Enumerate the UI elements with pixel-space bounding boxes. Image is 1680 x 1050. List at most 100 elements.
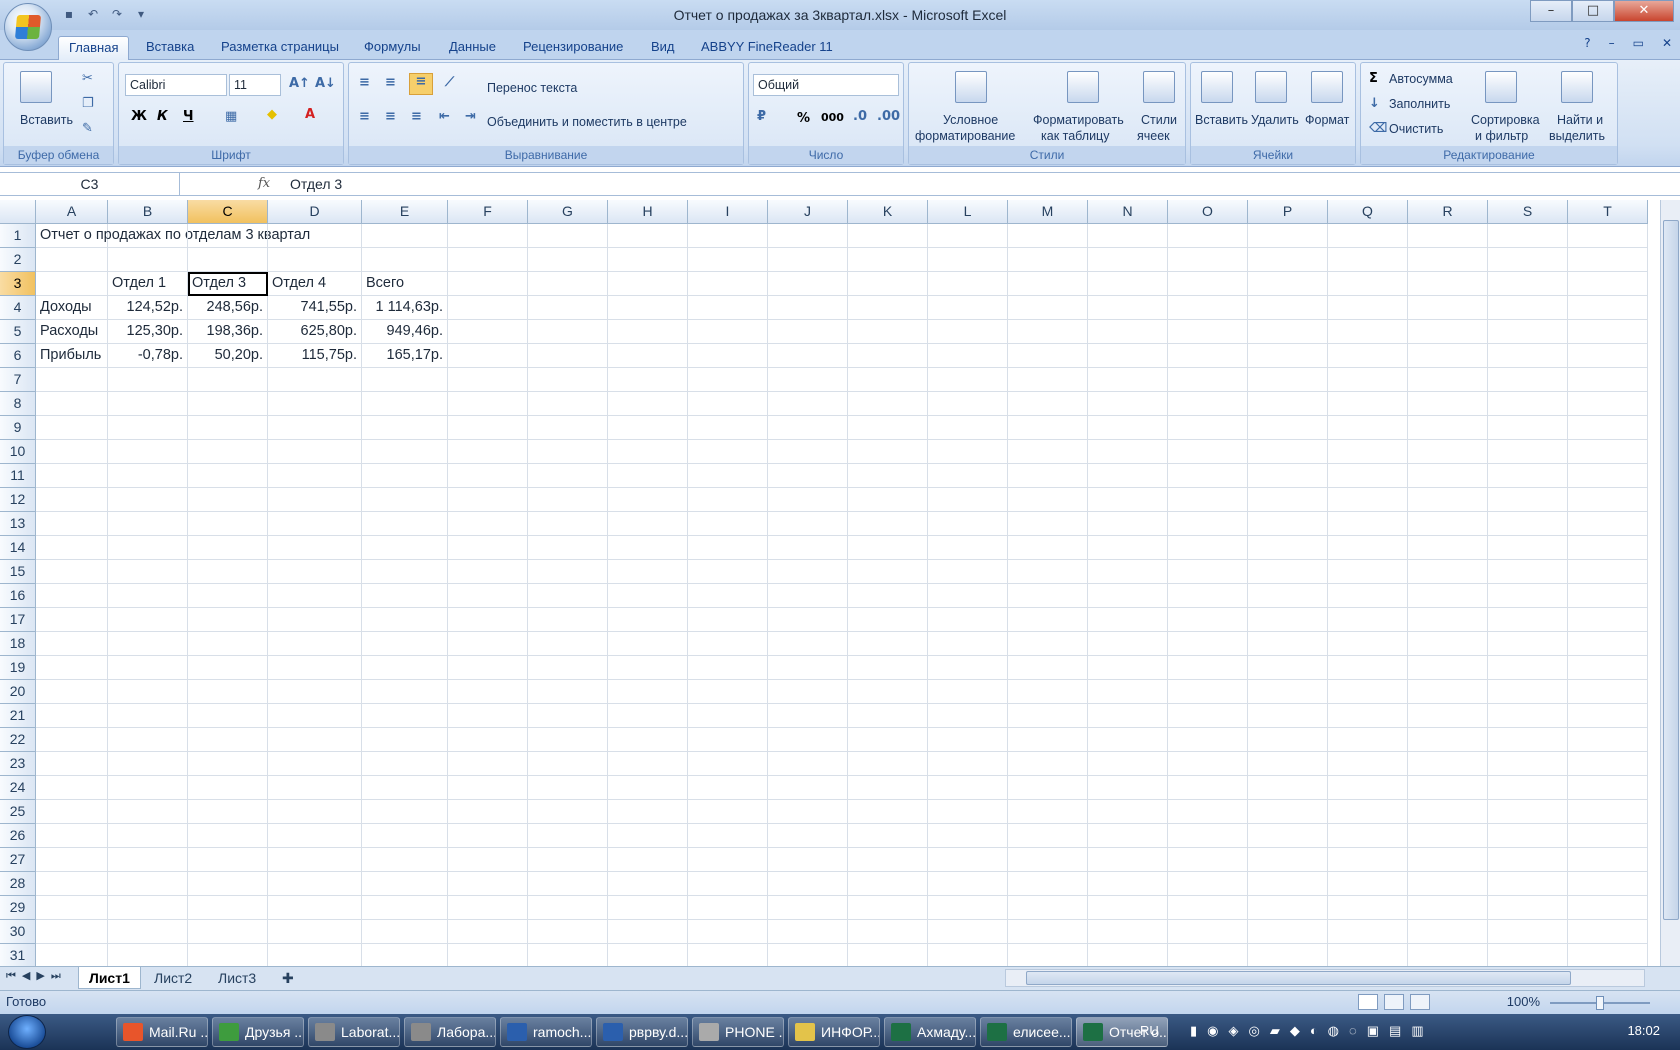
cell-E8[interactable]	[362, 392, 448, 416]
cell-Q28[interactable]	[1328, 872, 1408, 896]
format-cells-icon[interactable]	[1311, 71, 1343, 103]
cell-F15[interactable]	[448, 560, 528, 584]
shrink-font-icon[interactable]: A↓	[315, 76, 336, 91]
cell-T5[interactable]	[1568, 320, 1648, 344]
cell-N17[interactable]	[1088, 608, 1168, 632]
cell-M19[interactable]	[1008, 656, 1088, 680]
formula-input[interactable]: Отдел 3	[290, 173, 342, 195]
cell-Q29[interactable]	[1328, 896, 1408, 920]
cell-F14[interactable]	[448, 536, 528, 560]
cell-N16[interactable]	[1088, 584, 1168, 608]
cell-C20[interactable]	[188, 680, 268, 704]
row-header-17[interactable]: 17	[0, 608, 36, 632]
row-header-24[interactable]: 24	[0, 776, 36, 800]
cell-R28[interactable]	[1408, 872, 1488, 896]
cell-N25[interactable]	[1088, 800, 1168, 824]
cell-L10[interactable]	[928, 440, 1008, 464]
cell-S27[interactable]	[1488, 848, 1568, 872]
cell-H13[interactable]	[608, 512, 688, 536]
cell-C26[interactable]	[188, 824, 268, 848]
row-header-21[interactable]: 21	[0, 704, 36, 728]
cell-O28[interactable]	[1168, 872, 1248, 896]
cell-M11[interactable]	[1008, 464, 1088, 488]
cell-K2[interactable]	[848, 248, 928, 272]
cell-S24[interactable]	[1488, 776, 1568, 800]
cell-D14[interactable]	[268, 536, 362, 560]
cell-G10[interactable]	[528, 440, 608, 464]
cell-H28[interactable]	[608, 872, 688, 896]
cell-L5[interactable]	[928, 320, 1008, 344]
cell-Q14[interactable]	[1328, 536, 1408, 560]
cell-J16[interactable]	[768, 584, 848, 608]
cell-Q12[interactable]	[1328, 488, 1408, 512]
cell-Q2[interactable]	[1328, 248, 1408, 272]
cell-H31[interactable]	[608, 944, 688, 966]
cell-Q17[interactable]	[1328, 608, 1408, 632]
cell-K29[interactable]	[848, 896, 928, 920]
cell-M27[interactable]	[1008, 848, 1088, 872]
cell-R2[interactable]	[1408, 248, 1488, 272]
cell-F26[interactable]	[448, 824, 528, 848]
cell-Q5[interactable]	[1328, 320, 1408, 344]
tab-page-layout[interactable]: Разметка страницы	[221, 36, 339, 60]
cell-T20[interactable]	[1568, 680, 1648, 704]
cell-J2[interactable]	[768, 248, 848, 272]
taskbar-item[interactable]: PHONE ...	[692, 1017, 784, 1047]
column-header-G[interactable]: G	[528, 200, 608, 224]
cell-M20[interactable]	[1008, 680, 1088, 704]
cell-E31[interactable]	[362, 944, 448, 966]
page-layout-view-icon[interactable]	[1384, 994, 1404, 1010]
cell-I16[interactable]	[688, 584, 768, 608]
cell-L3[interactable]	[928, 272, 1008, 296]
name-box[interactable]: C3	[0, 173, 180, 196]
ribbon-close-icon[interactable]: ✕	[1662, 36, 1672, 50]
cell-J10[interactable]	[768, 440, 848, 464]
cell-J23[interactable]	[768, 752, 848, 776]
cell-R3[interactable]	[1408, 272, 1488, 296]
cell-Q3[interactable]	[1328, 272, 1408, 296]
cell-Q9[interactable]	[1328, 416, 1408, 440]
cell-D11[interactable]	[268, 464, 362, 488]
column-header-K[interactable]: K	[848, 200, 928, 224]
cell-F31[interactable]	[448, 944, 528, 966]
cell-B6[interactable]: -0,78р.	[108, 344, 188, 368]
cell-T3[interactable]	[1568, 272, 1648, 296]
cell-G6[interactable]	[528, 344, 608, 368]
cell-D17[interactable]	[268, 608, 362, 632]
cell-D24[interactable]	[268, 776, 362, 800]
cell-D30[interactable]	[268, 920, 362, 944]
column-header-B[interactable]: B	[108, 200, 188, 224]
cell-N14[interactable]	[1088, 536, 1168, 560]
cell-F6[interactable]	[448, 344, 528, 368]
cell-D31[interactable]	[268, 944, 362, 966]
cell-D20[interactable]	[268, 680, 362, 704]
cell-F27[interactable]	[448, 848, 528, 872]
cell-N4[interactable]	[1088, 296, 1168, 320]
horizontal-scroll-thumb[interactable]	[1026, 971, 1571, 985]
cell-L14[interactable]	[928, 536, 1008, 560]
cell-G18[interactable]	[528, 632, 608, 656]
cell-Q18[interactable]	[1328, 632, 1408, 656]
cell-J28[interactable]	[768, 872, 848, 896]
row-header-9[interactable]: 9	[0, 416, 36, 440]
cell-J26[interactable]	[768, 824, 848, 848]
cell-C27[interactable]	[188, 848, 268, 872]
cell-E12[interactable]	[362, 488, 448, 512]
column-header-H[interactable]: H	[608, 200, 688, 224]
cell-A24[interactable]	[36, 776, 108, 800]
cell-I8[interactable]	[688, 392, 768, 416]
zoom-level[interactable]: 100%	[1507, 994, 1540, 1009]
cell-C23[interactable]	[188, 752, 268, 776]
align-right-icon[interactable]: ≡	[411, 109, 422, 124]
cell-N28[interactable]	[1088, 872, 1168, 896]
cell-M23[interactable]	[1008, 752, 1088, 776]
cell-C15[interactable]	[188, 560, 268, 584]
column-header-Q[interactable]: Q	[1328, 200, 1408, 224]
cell-G29[interactable]	[528, 896, 608, 920]
cell-T31[interactable]	[1568, 944, 1648, 966]
taskbar-item[interactable]: Mail.Ru ...	[116, 1017, 208, 1047]
cell-C3[interactable]: Отдел 3	[188, 272, 268, 296]
cell-F1[interactable]	[448, 224, 528, 248]
cell-E16[interactable]	[362, 584, 448, 608]
row-header-13[interactable]: 13	[0, 512, 36, 536]
